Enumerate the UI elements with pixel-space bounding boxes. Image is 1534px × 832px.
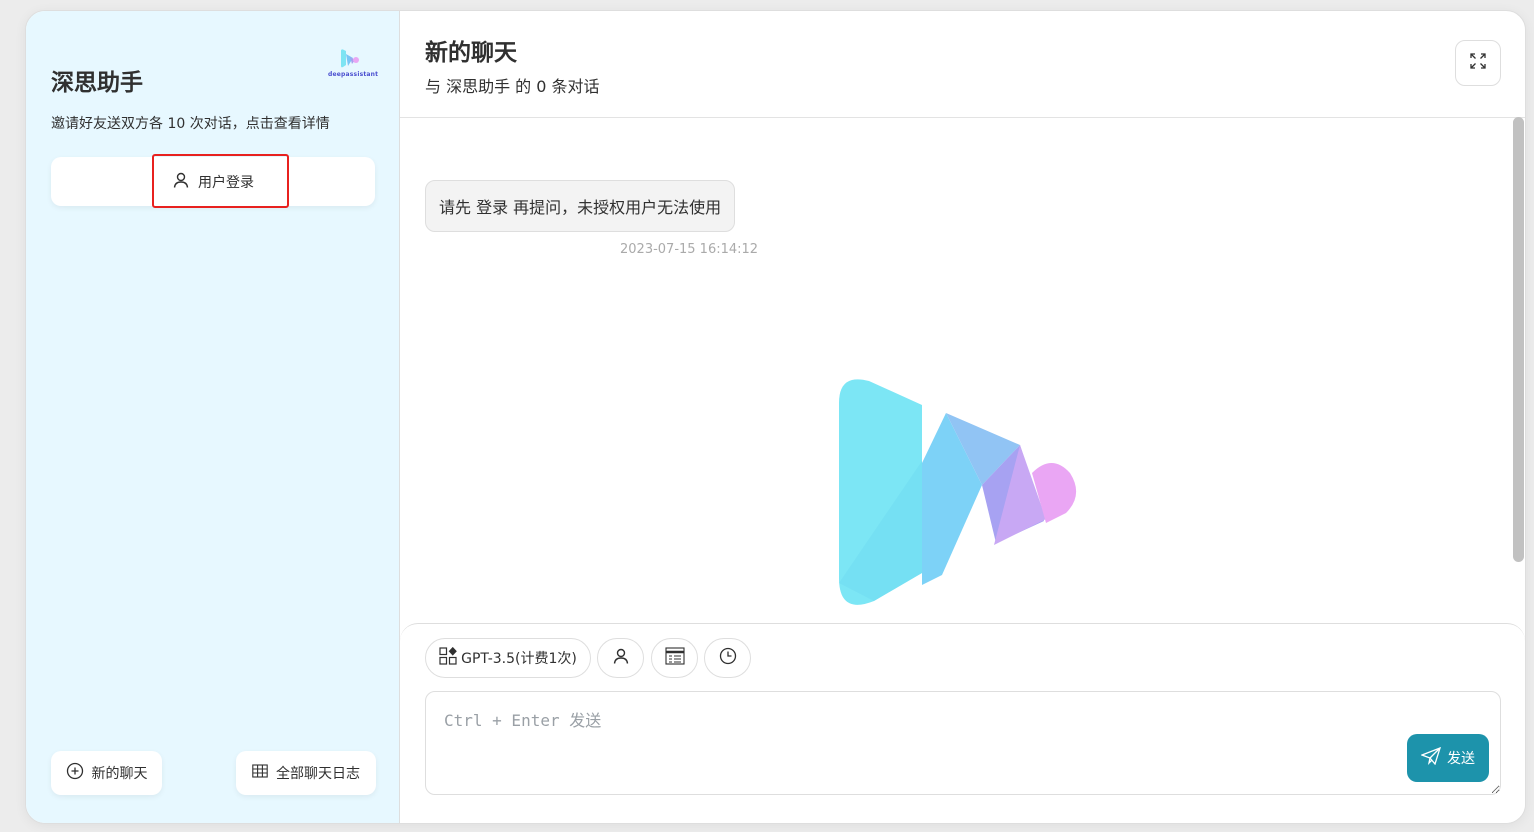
model-label: GPT-3.5(计费1次) [461,651,577,667]
all-chat-logs-button[interactable]: 全部聊天日志 [236,751,376,795]
prompt-icon [664,645,686,671]
sidebar: 深思助手 邀请好友送双方各 10 次对话，点击查看详情 deepassistan… [26,11,400,823]
chat-area: 新的聊天 与 深思助手 的 0 条对话 请先 登录 再提问，未授权用户无法使用 … [400,11,1525,823]
input-panel: GPT-3.5(计费1次) Ctrl + Enter 发送 发送 [400,623,1525,823]
chat-header: 新的聊天 与 深思助手 的 0 条对话 [400,11,1525,118]
chat-title[interactable]: 新的聊天 [425,33,517,67]
new-chat-button[interactable]: 新的聊天 [51,751,162,795]
apps-icon [439,646,457,669]
highlight-annotation [152,154,289,208]
message-input[interactable] [425,691,1501,795]
history-button[interactable] [704,638,751,678]
logo-text: deepassistant [328,71,379,78]
mask-button[interactable] [597,638,644,678]
chat-scrollbar[interactable] [1513,117,1524,562]
expand-icon [1469,52,1487,74]
app-window: 深思助手 邀请好友送双方各 10 次对话，点击查看详情 deepassistan… [25,10,1526,824]
prompt-button[interactable] [651,638,698,678]
grid-icon [252,764,268,782]
clock-icon [719,647,737,669]
fullscreen-button[interactable] [1455,40,1501,86]
invite-link[interactable]: 邀请好友送双方各 10 次对话，点击查看详情 [51,113,330,133]
new-chat-label: 新的聊天 [91,766,148,782]
plus-circle-icon [66,762,84,784]
model-selector-button[interactable]: GPT-3.5(计费1次) [425,638,591,678]
all-chat-logs-label: 全部聊天日志 [276,766,360,782]
deepassistant-watermark-logo [834,373,1084,617]
mask-icon [612,647,630,669]
send-button[interactable]: 发送 [1407,734,1489,782]
send-label: 发送 [1447,751,1475,767]
deepassistant-logo: deepassistant [328,49,378,81]
app-title: 深思助手 [51,70,143,96]
chat-subtitle: 与 深思助手 的 0 条对话 [425,77,600,96]
message-bubble: 请先 登录 再提问，未授权用户无法使用 [425,180,736,232]
message-timestamp: 2023-07-15 16:14:12 [620,242,759,257]
send-icon [1420,746,1442,769]
